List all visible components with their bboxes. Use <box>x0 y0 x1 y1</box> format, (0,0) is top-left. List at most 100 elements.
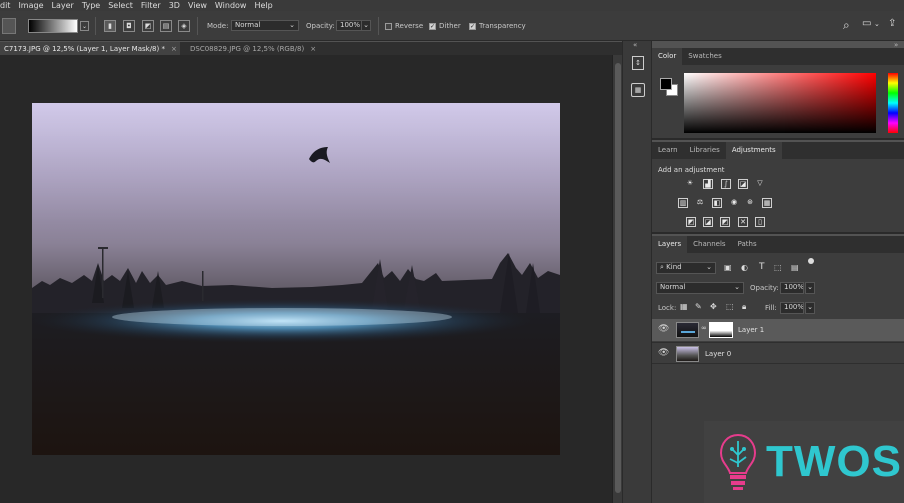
filter-shape-icon[interactable]: ⬚ <box>774 263 782 272</box>
color-field[interactable] <box>684 73 876 133</box>
menu-window[interactable]: Window <box>211 1 251 10</box>
tab-paths[interactable]: Paths <box>732 236 763 253</box>
layer-opacity-value: 100% <box>784 283 804 291</box>
lock-all-icon[interactable]: 🔒︎ <box>742 302 746 312</box>
divider <box>197 17 198 35</box>
transparency-checkbox[interactable] <box>469 23 476 30</box>
tab-libraries[interactable]: Libraries <box>684 142 726 159</box>
tab-document-1[interactable]: C7173.JPG @ 12,5% (Layer 1, Layer Mask/8… <box>0 42 180 55</box>
filter-type-icon[interactable]: T <box>759 262 765 272</box>
layer-row[interactable]: 👁︎ ∞ Layer 1 <box>652 319 904 341</box>
menu-select[interactable]: Select <box>104 1 137 10</box>
menu-3d[interactable]: 3D <box>165 1 184 10</box>
curves-icon[interactable]: ∫ <box>721 179 731 189</box>
lock-transparent-icon[interactable]: ▦ <box>680 302 688 311</box>
filter-adjustment-icon[interactable]: ◐ <box>741 263 748 272</box>
adjustments-panel-tabs: Learn Libraries Adjustments <box>652 142 904 159</box>
search-icon: ⌕ <box>660 263 664 271</box>
vertical-scrollbar[interactable] <box>612 55 622 503</box>
fill-input[interactable]: 100% <box>780 302 804 314</box>
reverse-label: Reverse <box>395 22 424 30</box>
info-icon[interactable]: ▦ <box>631 83 645 97</box>
gradient-picker[interactable] <box>28 19 78 33</box>
menu-image[interactable]: Image <box>14 1 47 10</box>
foreground-color-swatch[interactable] <box>660 78 672 90</box>
menu-type[interactable]: Type <box>78 1 104 10</box>
black-white-icon[interactable]: ◧ <box>712 198 722 208</box>
angle-gradient-icon[interactable]: ◩ <box>142 20 154 32</box>
lock-artboard-icon[interactable]: ⬚ <box>726 302 734 311</box>
mode-select[interactable]: Normal ⌄ <box>231 20 299 31</box>
diamond-gradient-icon[interactable]: ◈ <box>178 20 190 32</box>
tab-layers[interactable]: Layers <box>652 236 688 253</box>
linear-gradient-icon[interactable]: ▮ <box>104 20 116 32</box>
color-balance-icon[interactable]: ⚖ <box>695 198 705 208</box>
share-icon[interactable]: ⇪ <box>888 18 896 29</box>
visibility-eye-icon[interactable]: 👁︎ <box>658 348 669 358</box>
filter-toggle-icon[interactable] <box>808 258 814 264</box>
channel-mixer-icon[interactable]: ⊛ <box>745 198 755 208</box>
menu-layer[interactable]: Layer <box>48 1 78 10</box>
thumbnail-glow <box>681 331 695 333</box>
search-icon[interactable]: ⌕ <box>843 18 850 33</box>
scrollbar-thumb[interactable] <box>615 63 621 493</box>
exposure-icon[interactable]: ◪ <box>738 179 748 189</box>
gradient-map-icon[interactable]: ▯ <box>755 217 765 227</box>
tool-icon[interactable] <box>2 18 16 34</box>
selective-color-icon[interactable]: ✕ <box>738 217 748 227</box>
kind-label: Kind <box>666 263 682 271</box>
filter-smart-object-icon[interactable]: ▤ <box>791 263 799 272</box>
menu-filter[interactable]: Filter <box>137 1 165 10</box>
radial-gradient-icon[interactable]: ◘ <box>123 20 135 32</box>
layer-row[interactable]: 👁︎ Layer 0 <box>652 342 904 364</box>
tab-learn[interactable]: Learn <box>652 142 684 159</box>
layer-opacity-dropdown[interactable]: ⌄ <box>805 282 815 294</box>
hue-saturation-icon[interactable]: ▥ <box>678 198 688 208</box>
dither-checkbox[interactable] <box>429 23 436 30</box>
mask-link-icon[interactable]: ∞ <box>701 324 707 332</box>
tab-swatches[interactable]: Swatches <box>682 48 727 65</box>
blend-mode-select[interactable]: Normal ⌄ <box>656 282 744 294</box>
tab-color[interactable]: Color <box>652 48 683 65</box>
tab-label: C7173.JPG @ 12,5% (Layer 1, Layer Mask/8… <box>4 44 165 53</box>
collapse-panels-icon[interactable]: « <box>633 41 637 49</box>
levels-icon[interactable]: ▟ <box>703 179 713 189</box>
vibrance-icon[interactable]: ▽ <box>755 179 765 189</box>
tab-adjustments[interactable]: Adjustments <box>725 142 782 159</box>
close-icon[interactable]: × <box>310 45 316 53</box>
dither-label: Dither <box>439 22 461 30</box>
color-lookup-icon[interactable]: ▦ <box>762 198 772 208</box>
tab-channels[interactable]: Channels <box>687 236 731 253</box>
menu-view[interactable]: View <box>184 1 211 10</box>
fill-dropdown[interactable]: ⌄ <box>805 302 815 314</box>
visibility-eye-icon[interactable]: 👁︎ <box>658 324 669 334</box>
hue-slider[interactable] <box>888 73 898 133</box>
workspace-dropdown-icon[interactable]: ⌄ <box>874 20 880 28</box>
watermark-text: TWOS <box>766 437 902 486</box>
canvas-image[interactable] <box>32 103 560 455</box>
opacity-input[interactable]: 100% <box>336 20 362 31</box>
reverse-checkbox[interactable] <box>385 23 392 30</box>
tab-document-2[interactable]: DSC08829.JPG @ 12,5% (RGB/8) × <box>186 42 336 55</box>
gradient-dropdown-icon[interactable]: ⌄ <box>80 21 89 31</box>
layer-mask-thumbnail[interactable] <box>709 322 733 338</box>
lock-position-icon[interactable]: ✥ <box>710 302 717 311</box>
posterize-icon[interactable]: ◪ <box>703 217 713 227</box>
filter-pixel-icon[interactable]: ▣ <box>724 263 732 272</box>
workspace-icon[interactable]: ▭ <box>862 18 871 29</box>
opacity-dropdown[interactable]: ⌄ <box>361 20 371 31</box>
lock-image-icon[interactable]: ✎ <box>695 302 702 311</box>
adjustments-heading: Add an adjustment <box>658 166 725 174</box>
reflected-gradient-icon[interactable]: ▤ <box>160 20 172 32</box>
menu-edit[interactable]: dit <box>0 1 14 10</box>
close-icon[interactable]: × <box>171 45 177 53</box>
layer-opacity-input[interactable]: 100% <box>780 282 804 294</box>
invert-icon[interactable]: ◩ <box>686 217 696 227</box>
brightness-contrast-icon[interactable]: ☀ <box>685 179 695 189</box>
menu-help[interactable]: Help <box>250 1 276 10</box>
layer-filter-kind-select[interactable]: ⌕ Kind ⌄ <box>656 262 716 274</box>
menu-bar: dit Image Layer Type Select Filter 3D Vi… <box>0 0 904 11</box>
photo-filter-icon[interactable]: ◉ <box>729 198 739 208</box>
properties-icon[interactable]: ↕ <box>632 56 644 70</box>
threshold-icon[interactable]: ◩ <box>720 217 730 227</box>
